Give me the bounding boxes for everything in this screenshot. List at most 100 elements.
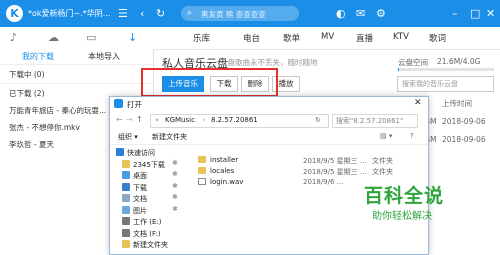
help-icon[interactable]: ? xyxy=(410,132,414,140)
tree-item-label: 图片 xyxy=(133,206,147,215)
view-options-icon[interactable]: ▤ ▾ xyxy=(380,132,392,140)
file-row[interactable]: installer 2018/9/5 星期三 ... 文件夹 xyxy=(188,155,428,166)
settings-icon[interactable]: ⚙ xyxy=(376,8,386,19)
skin-icon[interactable]: ◐ xyxy=(336,8,346,19)
tree-item[interactable]: 下载 ✱ xyxy=(110,182,185,194)
tab-ktv[interactable]: KTV xyxy=(393,32,409,42)
tree-item[interactable]: 快速访问 xyxy=(110,147,185,159)
section-label: 下载中 (0) xyxy=(9,70,45,79)
folder-icon xyxy=(198,167,206,174)
open-file-dialog: 打开 ✕ ← → ↑ « KGMusic › 8.2.57.20861 ↻ 搜索… xyxy=(109,96,429,255)
tree-item[interactable]: 文档 ✱ xyxy=(110,193,185,205)
download-icon xyxy=(122,182,130,191)
folder-icon xyxy=(198,156,206,163)
dialog-title-bar: 打开 ✕ xyxy=(110,97,428,111)
cloud-search-input[interactable]: 搜索我的音乐云盘 xyxy=(397,76,494,92)
cloud-icon[interactable]: ☁ xyxy=(48,31,59,44)
tree-item-label: 桌面 xyxy=(133,172,147,180)
tab-local-import[interactable]: 本地导入 xyxy=(88,51,120,62)
back-arrow-icon[interactable]: ← xyxy=(116,115,123,124)
date-cell: 2018-09-06 xyxy=(442,117,486,126)
tree-item[interactable]: 2345下载 ✱ xyxy=(110,159,185,171)
breadcrumb-item[interactable]: KGMusic xyxy=(165,116,195,124)
watermark-title: 百科全说 xyxy=(364,185,445,207)
list-item-label: 李玖哲 - 夏天 xyxy=(9,140,54,149)
section-downloading[interactable]: 下载中 (0) xyxy=(0,65,153,81)
tree-item[interactable]: 新建文件夹 xyxy=(110,239,185,251)
dialog-search-input[interactable]: 搜索"8.2.57.20861" xyxy=(332,114,418,128)
space-progress-fill xyxy=(398,68,399,71)
audio-file-icon xyxy=(198,178,206,185)
refresh-icon[interactable]: ↻ xyxy=(156,8,165,19)
main-nav: 乐库 电台 歌单 MV 直播 KTV 歌词 xyxy=(153,27,500,50)
dialog-close-icon[interactable]: ✕ xyxy=(414,98,422,108)
breadcrumb-item[interactable]: 8.2.57.20861 xyxy=(211,116,258,124)
new-folder-button[interactable]: 新建文件夹 xyxy=(152,132,187,142)
back-icon[interactable]: ‹ xyxy=(140,8,144,19)
tree-item[interactable]: 桌面 ✱ xyxy=(110,170,185,182)
dialog-toolbar: 组织 ▾ 新建文件夹 ▤ ▾ ? xyxy=(110,130,428,145)
space-value: 21.6M/4.0G xyxy=(437,57,481,66)
refresh-icon[interactable]: ↻ xyxy=(315,116,321,124)
column-header-upload-time[interactable]: 上传时间 xyxy=(442,98,472,109)
pin-icon: ✱ xyxy=(172,181,178,190)
dialog-title: 打开 xyxy=(127,100,142,109)
desktop-icon xyxy=(122,171,130,179)
minimize-icon[interactable]: – xyxy=(452,8,458,19)
tree-item[interactable]: 文档 (F:) xyxy=(110,228,185,240)
drive-icon xyxy=(122,228,130,237)
picture-icon xyxy=(122,205,130,214)
tree-item[interactable]: 工作 (E:) xyxy=(110,216,185,228)
download-icon[interactable]: ↓ xyxy=(128,31,137,44)
breadcrumb-separator: « xyxy=(155,116,160,124)
folder-icon xyxy=(122,159,130,168)
watermark-subtitle: 助你轻松解决 xyxy=(372,211,432,222)
tree-item-label: 文档 xyxy=(133,195,147,203)
search-placeholder: 黑发黄 熊 查查查查 xyxy=(201,10,266,19)
tab-my-downloads[interactable]: 我的下载 xyxy=(22,51,54,62)
tab-library[interactable]: 乐库 xyxy=(193,32,210,44)
tree-item-label: 快速访问 xyxy=(127,149,155,157)
page-subtitle: 云盘歌曲永不丢失，随时随地 xyxy=(220,58,318,67)
kugou-logo-icon[interactable]: K xyxy=(6,5,23,22)
tab-lyrics[interactable]: 歌词 xyxy=(429,32,446,44)
tree-item-label: 工作 (E:) xyxy=(133,218,162,226)
music-note-icon[interactable]: ♪ xyxy=(10,31,17,44)
file-name: locales xyxy=(210,167,235,175)
organize-button[interactable]: 组织 ▾ xyxy=(118,132,138,142)
title-bar: K *ok爱新杨门~.*华阴... ☰ ‹ ↻ ⌕ 黑发黄 熊 查查查查 ◐ ✉… xyxy=(0,0,500,27)
close-icon[interactable]: ✕ xyxy=(486,8,495,19)
kugou-app-icon xyxy=(114,99,123,108)
window-title: *ok爱新杨门~.*华阴... xyxy=(28,9,111,18)
tree-item[interactable]: 图片 ✱ xyxy=(110,205,185,217)
tree-item-label: 下载 xyxy=(133,183,147,192)
file-date: 2018/9/5 星期三 ... xyxy=(303,157,367,165)
tab-mv[interactable]: MV xyxy=(321,32,334,42)
navigation-pane: 快速访问 2345下载 ✱ 桌面 ✱ 下载 ✱ 文档 ✱ 图片 ✱ 工作 (E:) 文档 (F:) 新建文… xyxy=(110,147,185,254)
tab-radio[interactable]: 电台 xyxy=(243,32,260,44)
forward-arrow-icon[interactable]: → xyxy=(126,115,133,124)
tab-playlists[interactable]: 歌单 xyxy=(283,32,300,44)
drive-icon xyxy=(122,217,130,225)
path-breadcrumb[interactable]: « KGMusic › 8.2.57.20861 ↻ xyxy=(150,114,329,128)
tree-item-label: 新建文件夹 xyxy=(133,241,168,249)
highlight-frame xyxy=(141,68,278,97)
list-item-label: 万能青年旅店 - 秦心的玩耍... xyxy=(9,106,107,115)
file-row[interactable]: locales 2018/9/5 星期三 ... 文件夹 xyxy=(188,166,428,177)
file-type: 文件夹 xyxy=(372,157,393,165)
maximize-icon[interactable]: □ xyxy=(470,8,480,19)
search-input[interactable]: ⌕ 黑发黄 熊 查查查查 xyxy=(181,6,299,21)
address-bar: ← → ↑ « KGMusic › 8.2.57.20861 ↻ 搜索"8.2.… xyxy=(114,114,424,128)
computer-icon[interactable]: ▭ xyxy=(86,31,96,44)
star-icon xyxy=(116,148,124,156)
up-arrow-icon[interactable]: ↑ xyxy=(136,115,143,124)
section-label: 已下载 (2) xyxy=(9,89,45,98)
menu-icon[interactable]: ☰ xyxy=(118,8,128,19)
message-icon[interactable]: ✉ xyxy=(356,8,365,19)
document-icon xyxy=(122,194,130,202)
list-item-label: 张杰 - 不想停你.mkv xyxy=(9,123,80,132)
tree-item-label: 文档 (F:) xyxy=(133,229,161,238)
breadcrumb-separator: › xyxy=(203,116,206,124)
file-date: 2018/9/6 ... xyxy=(303,178,344,186)
tab-live[interactable]: 直播 xyxy=(356,32,373,44)
